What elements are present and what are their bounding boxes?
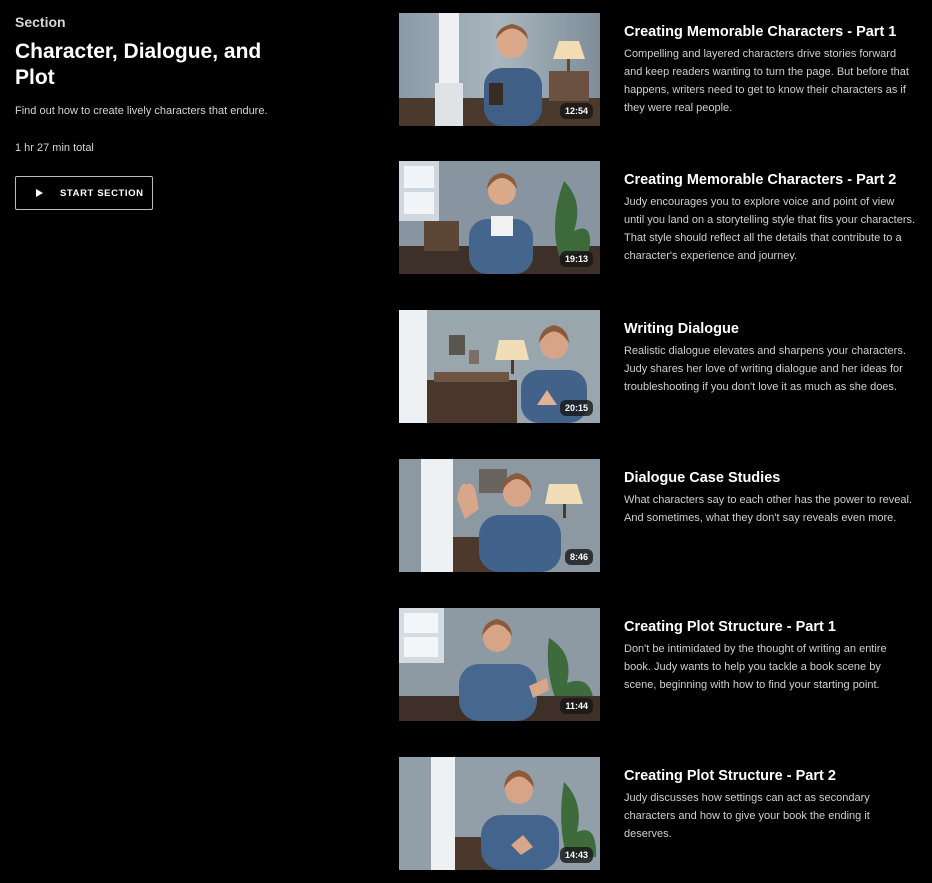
lesson-description: Judy encourages you to explore voice and… [624, 196, 916, 262]
section-total-duration: 1 hr 27 min total [15, 142, 94, 154]
lesson-description: Compelling and layered characters drive … [624, 48, 909, 114]
lesson-duration: 8:46 [564, 549, 593, 565]
lesson-item[interactable]: 8:46 Dialogue Case Studies What characte… [399, 459, 919, 572]
lesson-thumbnail[interactable]: 19:13 [399, 161, 600, 274]
lesson-duration: 12:54 [559, 103, 593, 119]
lesson-title[interactable]: Dialogue Case Studies [624, 470, 780, 486]
lesson-item[interactable]: 19:13 Creating Memorable Characters - Pa… [399, 161, 919, 274]
section-description: Find out how to create lively characters… [15, 105, 268, 117]
lesson-description: Judy discusses how settings can act as s… [624, 792, 870, 840]
lesson-thumbnail[interactable]: 12:54 [399, 13, 600, 126]
lesson-description: Don't be intimidated by the thought of w… [624, 643, 887, 691]
lesson-title[interactable]: Creating Memorable Characters - Part 1 [624, 24, 896, 40]
lesson-thumbnail[interactable]: 20:15 [399, 310, 600, 423]
lesson-thumbnail[interactable]: 8:46 [399, 459, 600, 572]
lesson-title[interactable]: Writing Dialogue [624, 321, 739, 337]
start-section-button[interactable]: START SECTION [15, 176, 153, 210]
lesson-title[interactable]: Creating Memorable Characters - Part 2 [624, 172, 896, 188]
lesson-duration: 20:15 [559, 400, 593, 416]
section-title: Character, Dialogue, and Plot [15, 40, 262, 89]
lesson-thumbnail[interactable]: 14:43 [399, 757, 600, 870]
lesson-item[interactable]: 20:15 Writing Dialogue Realistic dialogu… [399, 310, 919, 423]
lesson-thumbnail[interactable]: 11:44 [399, 608, 600, 721]
start-section-label: START SECTION [60, 187, 144, 199]
play-icon [36, 189, 43, 197]
lesson-duration: 19:13 [559, 251, 593, 267]
lesson-title[interactable]: Creating Plot Structure - Part 2 [624, 768, 836, 784]
lesson-duration: 14:43 [559, 847, 593, 863]
lesson-item[interactable]: 12:54 Creating Memorable Characters - Pa… [399, 13, 919, 126]
lesson-item[interactable]: 11:44 Creating Plot Structure - Part 1 D… [399, 608, 919, 721]
lesson-duration: 11:44 [560, 698, 593, 714]
lesson-item[interactable]: 14:43 Creating Plot Structure - Part 2 J… [399, 757, 919, 870]
lesson-description: What characters say to each other has th… [624, 494, 912, 524]
lesson-description: Realistic dialogue elevates and sharpens… [624, 345, 906, 393]
lesson-title[interactable]: Creating Plot Structure - Part 1 [624, 619, 836, 635]
section-eyebrow: Section [15, 14, 66, 30]
